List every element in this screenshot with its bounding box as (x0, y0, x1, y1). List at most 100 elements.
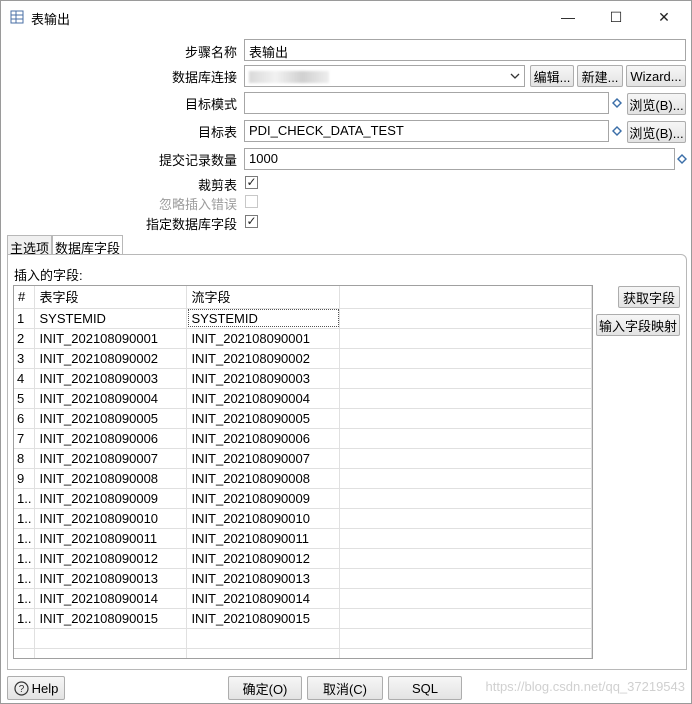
table-row[interactable]: 1.. INIT_202108090015 INIT_202108090015 (14, 608, 592, 629)
table-row[interactable]: 4 INIT_202108090003 INIT_202108090003 (14, 368, 592, 389)
empty-cell (339, 348, 592, 369)
tab-main-options[interactable]: 主选项 (7, 235, 53, 256)
table-field-cell[interactable]: INIT_202108090014 (34, 588, 188, 609)
empty-cell (14, 648, 36, 658)
new-connection-button[interactable]: 新建... (577, 65, 623, 87)
stream-field-cell[interactable]: INIT_202108090001 (186, 328, 341, 349)
table-field-cell[interactable]: INIT_202108090010 (34, 508, 188, 529)
sql-button[interactable]: SQL (388, 676, 462, 700)
stream-field-cell[interactable]: INIT_202108090015 (186, 608, 341, 629)
table-row[interactable]: 1.. INIT_202108090010 INIT_202108090010 (14, 508, 592, 529)
row-index-cell[interactable]: 9 (14, 468, 36, 489)
row-index-cell[interactable]: 1.. (14, 508, 36, 529)
table-row[interactable]: 1.. INIT_202108090009 INIT_202108090009 (14, 488, 592, 509)
stream-field-cell[interactable]: INIT_202108090012 (186, 548, 341, 569)
column-header-index[interactable]: # (14, 286, 36, 309)
stream-field-cell[interactable]: INIT_202108090007 (186, 448, 341, 469)
table-field-cell[interactable]: INIT_202108090012 (34, 548, 188, 569)
connection-select[interactable] (244, 65, 525, 87)
row-index-cell[interactable]: 1.. (14, 488, 36, 509)
table-row[interactable]: 6 INIT_202108090005 INIT_202108090005 (14, 408, 592, 429)
table-field-cell[interactable]: SYSTEMID (34, 308, 188, 329)
table-row[interactable]: 1.. INIT_202108090012 INIT_202108090012 (14, 548, 592, 569)
table-field-cell[interactable]: INIT_202108090015 (34, 608, 188, 629)
table-row[interactable]: 2 INIT_202108090001 INIT_202108090001 (14, 328, 592, 349)
empty-table-row (14, 628, 592, 649)
variable-diamond-icon (677, 154, 687, 164)
help-button[interactable]: ? Help (7, 676, 65, 700)
table-field-cell[interactable]: INIT_202108090013 (34, 568, 188, 589)
row-index-cell[interactable]: 7 (14, 428, 36, 449)
stream-field-cell[interactable]: SYSTEMID (186, 308, 341, 329)
stream-field-cell[interactable]: INIT_202108090011 (186, 528, 341, 549)
table-field-cell[interactable]: INIT_202108090001 (34, 328, 188, 349)
table-row[interactable]: 7 INIT_202108090006 INIT_202108090006 (14, 428, 592, 449)
browse-table-button[interactable]: 浏览(B)... (627, 121, 686, 143)
target-table-input[interactable]: PDI_CHECK_DATA_TEST (244, 120, 609, 142)
stream-field-cell[interactable]: INIT_202108090009 (186, 488, 341, 509)
column-header-table-field[interactable]: 表字段 (34, 286, 188, 309)
stream-field-cell[interactable]: INIT_202108090003 (186, 368, 341, 389)
wizard-button[interactable]: Wizard... (626, 65, 686, 87)
edit-connection-button[interactable]: 编辑... (530, 65, 574, 87)
table-row[interactable]: 1.. INIT_202108090013 INIT_202108090013 (14, 568, 592, 589)
table-row[interactable]: 3 INIT_202108090002 INIT_202108090002 (14, 348, 592, 369)
table-field-cell[interactable]: INIT_202108090003 (34, 368, 188, 389)
row-index-cell[interactable]: 1.. (14, 528, 36, 549)
empty-cell (339, 508, 592, 529)
fields-table[interactable]: # 表字段 流字段 1 SYSTEMID SYSTEMID 2 INIT_2021080… (13, 285, 593, 659)
table-field-cell[interactable]: INIT_202108090009 (34, 488, 188, 509)
table-row[interactable]: 1.. INIT_202108090014 INIT_202108090014 (14, 588, 592, 609)
empty-cell (186, 648, 341, 658)
table-field-cell[interactable]: INIT_202108090007 (34, 448, 188, 469)
commit-size-input[interactable]: 1000 (244, 148, 675, 170)
table-field-cell[interactable]: INIT_202108090008 (34, 468, 188, 489)
ok-button[interactable]: 确定(O) (228, 676, 302, 700)
stream-field-cell[interactable]: INIT_202108090013 (186, 568, 341, 589)
row-index-cell[interactable]: 5 (14, 388, 36, 409)
table-field-cell[interactable]: INIT_202108090005 (34, 408, 188, 429)
table-field-cell[interactable]: INIT_202108090002 (34, 348, 188, 369)
row-index-cell[interactable]: 2 (14, 328, 36, 349)
table-row[interactable]: 5 INIT_202108090004 INIT_202108090004 (14, 388, 592, 409)
empty-cell (339, 608, 592, 629)
stream-field-cell[interactable]: INIT_202108090014 (186, 588, 341, 609)
target-schema-input[interactable] (244, 92, 609, 114)
empty-cell (14, 628, 36, 649)
maximize-button[interactable]: ☐ (593, 1, 639, 33)
stream-field-cell[interactable]: INIT_202108090008 (186, 468, 341, 489)
stream-field-cell[interactable]: INIT_202108090005 (186, 408, 341, 429)
row-index-cell[interactable]: 1.. (14, 588, 36, 609)
column-header-stream-field[interactable]: 流字段 (186, 286, 341, 309)
close-button[interactable]: ✕ (641, 1, 687, 33)
row-index-cell[interactable]: 1 (14, 308, 36, 329)
table-field-cell[interactable]: INIT_202108090011 (34, 528, 188, 549)
tab-database-fields[interactable]: 数据库字段 (52, 235, 124, 256)
row-index-cell[interactable]: 4 (14, 368, 36, 389)
row-index-cell[interactable]: 1.. (14, 608, 36, 629)
minimize-button[interactable]: — (545, 1, 591, 33)
cancel-button[interactable]: 取消(C) (307, 676, 383, 700)
table-row[interactable]: 1.. INIT_202108090011 INIT_202108090011 (14, 528, 592, 549)
row-index-cell[interactable]: 3 (14, 348, 36, 369)
row-index-cell[interactable]: 8 (14, 448, 36, 469)
enter-field-mapping-button[interactable]: 输入字段映射 (596, 314, 680, 336)
row-index-cell[interactable]: 1.. (14, 548, 36, 569)
row-index-cell[interactable]: 1.. (14, 568, 36, 589)
table-field-cell[interactable]: INIT_202108090004 (34, 388, 188, 409)
stream-field-cell[interactable]: INIT_202108090002 (186, 348, 341, 369)
truncate-checkbox[interactable]: ✓ (245, 176, 258, 189)
table-row[interactable]: 1 SYSTEMID SYSTEMID (14, 308, 592, 329)
stream-field-cell[interactable]: INIT_202108090006 (186, 428, 341, 449)
stream-field-cell[interactable]: INIT_202108090004 (186, 388, 341, 409)
get-fields-button[interactable]: 获取字段 (618, 286, 680, 308)
specify-fields-checkbox[interactable]: ✓ (245, 215, 258, 228)
ignore-errors-checkbox[interactable] (245, 195, 258, 208)
table-field-cell[interactable]: INIT_202108090006 (34, 428, 188, 449)
table-row[interactable]: 8 INIT_202108090007 INIT_202108090007 (14, 448, 592, 469)
table-row[interactable]: 9 INIT_202108090008 INIT_202108090008 (14, 468, 592, 489)
stream-field-cell[interactable]: INIT_202108090010 (186, 508, 341, 529)
browse-schema-button[interactable]: 浏览(B)... (627, 93, 686, 115)
row-index-cell[interactable]: 6 (14, 408, 36, 429)
step-name-input[interactable]: 表输出 (244, 39, 686, 61)
